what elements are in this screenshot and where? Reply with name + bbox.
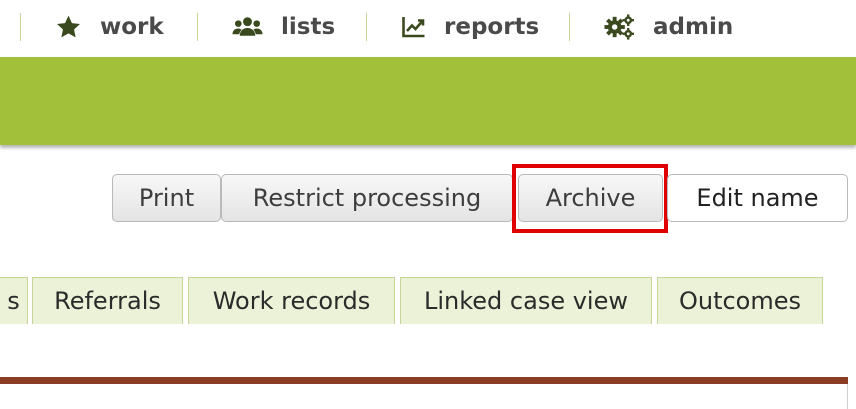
gears-icon [604, 14, 635, 40]
star-icon [55, 14, 82, 40]
tab-work-records[interactable]: Work records [188, 277, 395, 324]
tab-truncated[interactable]: s [0, 277, 28, 324]
nav-divider [197, 13, 198, 41]
tab-referrals[interactable]: Referrals [32, 277, 183, 324]
nav-divider [366, 13, 367, 41]
header-band [0, 57, 856, 145]
users-icon [232, 15, 263, 39]
nav-divider [569, 13, 570, 41]
tab-outcomes[interactable]: Outcomes [657, 277, 823, 324]
print-button[interactable]: Print [112, 174, 221, 222]
edit-name-button[interactable]: Edit name [667, 174, 848, 222]
archive-highlight [512, 164, 668, 233]
nav-work[interactable]: work [55, 12, 164, 42]
nav-label-reports: reports [444, 14, 540, 40]
nav-lists[interactable]: lists [232, 12, 335, 42]
nav-divider [20, 13, 21, 41]
top-nav: work lists reports admin [0, 0, 856, 57]
tab-linked-case-view[interactable]: Linked case view [400, 277, 652, 324]
restrict-processing-button[interactable]: Restrict processing [221, 174, 513, 222]
nav-reports[interactable]: reports [401, 12, 539, 42]
nav-label-work: work [100, 14, 164, 40]
nav-label-admin: admin [653, 14, 734, 40]
content-divider [0, 377, 848, 384]
nav-admin[interactable]: admin [604, 12, 733, 42]
line-chart-icon [401, 16, 426, 38]
nav-label-lists: lists [281, 14, 336, 40]
content-panel-edge [847, 384, 848, 409]
